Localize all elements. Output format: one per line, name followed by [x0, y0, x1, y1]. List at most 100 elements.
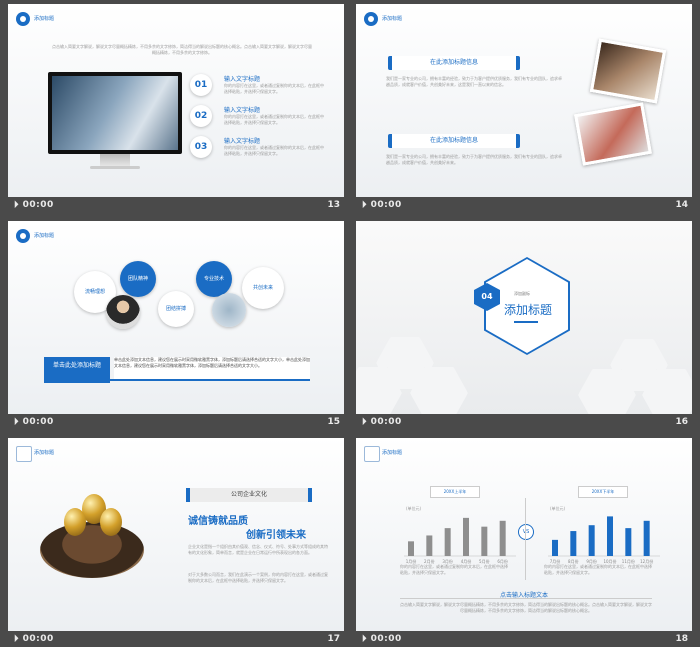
circle-label: 团结拼搏: [165, 306, 186, 312]
culture-text: 企业文化是指一个组织由其价值观、信念、仪式、符号、处事方式等组成的其特有的文化形…: [188, 544, 328, 555]
office-photo: [589, 38, 667, 104]
left-bar-chart: 1月份 2月份 3月份 4月份 5月份 6月份: [404, 517, 516, 564]
chart-bar: [588, 525, 595, 556]
golden-eggs: [64, 494, 124, 538]
slide-18[interactable]: 添加标题 20XX上半年 20XX下半年 (单位元) (单位元) 1月份 2月份 3…: [356, 438, 692, 647]
circle-5: 共创未来: [242, 267, 284, 309]
slide-13-canvas: 添加标题 点击输入简要文字解说，解说文字尽量概括精炼，不用多余的文字修饰，简洁得…: [8, 4, 344, 197]
list-item: 01 输入文字标题 你的内容打在这里，或者通过复制你的文本后，在此框中选择粘贴，…: [190, 74, 330, 104]
item-desc: 你的内容打在这里，或者通过复制你的文本后，在此框中选择粘贴，并选择只保留文字。: [224, 114, 324, 125]
slide-14-canvas: 添加标题 在此添加标题信息 我们是一家专业的公司，拥有丰富的经验，致力于为客户提…: [356, 4, 692, 197]
chart-bar: [481, 526, 488, 556]
logo-icon: [16, 12, 30, 26]
monitor-image: [48, 72, 182, 154]
monitor-stand: [100, 154, 130, 166]
chart-bar: [499, 520, 506, 556]
time-value: 00:00: [22, 200, 54, 210]
block-text: 我们是一家专业的公司，拥有丰富的经验，致力于为客户提供优质服务，我们有专业的团队…: [386, 76, 562, 87]
slide-bar: ⏵ 00:00 18: [356, 631, 692, 647]
slide-number: 18: [675, 634, 688, 644]
handshake-photo: [52, 76, 178, 150]
left-chart-label: 20XX上半年: [430, 486, 480, 498]
block-title: 在此添加标题信息: [388, 56, 520, 70]
chart-bar: [643, 520, 650, 556]
slide-header: 添加标题: [382, 16, 403, 22]
divider: [525, 498, 526, 580]
circle-label: 流畅理想: [84, 289, 105, 295]
circle-label: 专业技术: [203, 276, 224, 282]
right-chart-note: 你的内容打在这里，或者通过复制你的文本后，在此框中选择粘贴，并选择只保留文字。: [544, 564, 652, 575]
circle-3: 团结拼搏: [158, 291, 194, 327]
intro-text: 点击输入简要文字解说，解说文字尽量概括精炼，不用多余的文字修饰，简洁得当的解说出…: [52, 44, 312, 55]
hex-title: 添加标题: [504, 303, 553, 317]
vs-badge: VS: [518, 524, 534, 540]
item-title: 输入文字标题: [224, 138, 261, 145]
circle-label: 团队精神: [127, 276, 148, 282]
chart-bar: [463, 517, 469, 556]
slide-15[interactable]: 添加标题 流畅理想 团队精神 团结拼搏 专业技术 共创未来 单击此处添加标题 单…: [8, 221, 344, 430]
sub-title: 添加副标: [514, 291, 530, 296]
item-desc: 你的内容打在这里，或者通过复制你的文本后，在此框中选择粘贴，并选择只保留文字。: [224, 145, 324, 156]
chart-bar: [444, 528, 451, 556]
meeting-photo: [212, 293, 246, 327]
logo-icon: [16, 446, 32, 462]
slide-number: 17: [327, 634, 340, 644]
time-value: 00:00: [370, 634, 402, 644]
item-title: 输入文字标题: [224, 107, 261, 114]
slide-bar: ⏵ 00:00 13: [8, 197, 344, 213]
monitor-base: [90, 166, 140, 169]
block-text: 我们是一家专业的公司，拥有丰富的经验，致力于为客户提供优质服务，我们有专业的团队…: [386, 154, 562, 165]
slide-number: 13: [327, 200, 340, 210]
block-title: 在此添加标题信息: [388, 134, 520, 148]
slide-header: 添加标题: [382, 450, 403, 456]
chart-bar: [625, 528, 632, 556]
time-value: 00:00: [370, 417, 402, 427]
slide-header: 添加标题: [34, 450, 55, 456]
chart-bar: [570, 531, 577, 556]
slide-header: 添加标题: [34, 16, 55, 22]
body-text: 点击输入简要文字解说，解说文字尽量概括精炼，不用多余的文字修饰，简洁得当的解说出…: [400, 602, 652, 613]
item-number: 01: [190, 74, 212, 96]
logo-icon: [364, 446, 380, 462]
slide-14[interactable]: 添加标题 在此添加标题信息 我们是一家专业的公司，拥有丰富的经验，致力于为客户提…: [356, 4, 692, 213]
right-chart-label: 20XX下半年: [578, 486, 628, 498]
caption-rule: [400, 598, 652, 599]
time-value: 00:00: [22, 634, 54, 644]
slide-15-canvas: 添加标题 流畅理想 团队精神 团结拼搏 专业技术 共创未来 单击此处添加标题 单…: [8, 221, 344, 414]
culture-text-2: 对于大多数公司而言，我们在此演示一个案例，你的内容打在这里，或者通过复制你的文本…: [188, 572, 328, 583]
slide-header: 添加标题: [34, 233, 55, 239]
time-label: ⏵ 00:00: [362, 417, 402, 427]
time-label: ⏵ 00:00: [362, 634, 402, 644]
item-title: 输入文字标题: [224, 76, 261, 83]
slogan-2: 创新引领未来: [246, 530, 306, 541]
right-bar-chart: 7月份 8月份 9月份 10月份 11月份 12月份: [548, 516, 660, 564]
time-value: 00:00: [370, 200, 402, 210]
item-number: 03: [190, 136, 212, 158]
circle-4: 专业技术: [196, 261, 232, 297]
body-text: 单击此处添加文本信息，建议您在展示时采用微软雅黑字体，添加标题后请选择合适的文字…: [114, 357, 310, 379]
slide-13[interactable]: 添加标题 点击输入简要文字解说，解说文字尽量概括精炼，不用多余的文字修饰，简洁得…: [8, 4, 344, 213]
chart-bar: [408, 541, 414, 556]
slide-17[interactable]: 添加标题 公司企业文化 诚信铸就品质 创新引领未来 企业文化是指一个组织由其价值…: [8, 438, 344, 647]
time-label: ⏵ 00:00: [362, 200, 402, 210]
list-item: 02 输入文字标题 你的内容打在这里，或者通过复制你的文本后，在此框中选择粘贴，…: [190, 105, 330, 135]
slide-number: 15: [327, 417, 340, 427]
left-chart-note: 你的内容打在这里，或者通过复制你的文本后，在此框中选择粘贴，并选择只保留文字。: [400, 564, 508, 575]
logo-icon: [16, 229, 30, 243]
businessman-photo: [106, 295, 140, 329]
egg: [64, 508, 86, 536]
slide-17-canvas: 添加标题 公司企业文化 诚信铸就品质 创新引领未来 企业文化是指一个组织由其价值…: [8, 438, 344, 631]
title-underline: [514, 321, 538, 323]
slide-number: 16: [675, 417, 688, 427]
culture-tag: 公司企业文化: [186, 488, 312, 502]
time-label: ⏵ 00:00: [14, 200, 54, 210]
logo-icon: [364, 12, 378, 26]
egg: [100, 508, 122, 536]
chart-bar: [426, 535, 433, 556]
slide-16[interactable]: 04 添加副标 添加标题 ⏵ 00:00 16: [356, 221, 692, 430]
chart-bar: [607, 516, 613, 556]
badge-number: 04: [481, 292, 493, 301]
circle-label: 共创未来: [252, 285, 273, 291]
time-value: 00:00: [22, 417, 54, 427]
blue-rule: [44, 379, 310, 381]
